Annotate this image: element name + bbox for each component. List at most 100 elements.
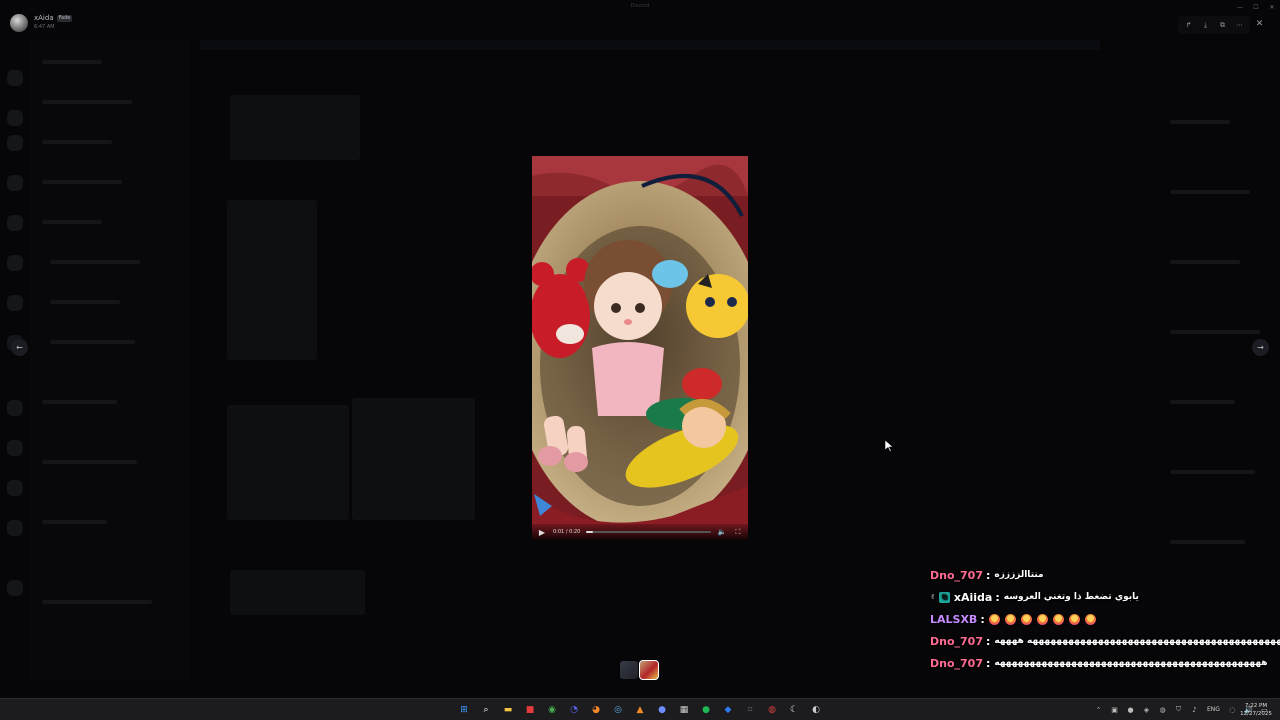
search-icon[interactable]: ⌕: [477, 701, 495, 719]
channel-placeholder: [42, 180, 122, 184]
more-icon[interactable]: ⋯: [1232, 18, 1247, 32]
channel-placeholder: [50, 340, 135, 344]
server-icon: [7, 580, 23, 596]
app-blue-icon[interactable]: ◆: [719, 701, 737, 719]
chat-username: Dno_707: [930, 656, 983, 670]
video-controls: ▶ 0:01 / 0:20 🔈 ⛶: [532, 524, 748, 540]
microphone-icon[interactable]: ♪: [1188, 703, 1201, 716]
uploader-meta: xAida Fade 6:47 AM: [34, 14, 73, 32]
emote-icon: [1084, 613, 1096, 625]
message-timestamp: 6:47 AM: [34, 24, 55, 30]
member-placeholder: [1170, 470, 1255, 474]
stream-chat-overlay: Dno_707: منتاالززززه ✌ ⧉ xAiida: يابوي تضغط ذ…: [930, 564, 1280, 674]
discord-icon[interactable]: ◔: [565, 701, 583, 719]
tray-app-icon[interactable]: ▣: [1108, 703, 1121, 716]
firefox-icon[interactable]: ◕: [587, 701, 605, 719]
chat-message: ✌ ⧉ xAiida: يابوي تضغط ذا وتغني العروسه: [930, 586, 1275, 608]
video-frame-image: [532, 156, 748, 540]
channel-placeholder: [42, 460, 137, 464]
close-viewer-button[interactable]: ✕: [1252, 16, 1267, 31]
chat-message: Dno_707: منتاالززززه: [930, 564, 1275, 586]
channel-placeholder: [50, 300, 120, 304]
tray-shield-icon[interactable]: ⛉: [1172, 703, 1185, 716]
chrome-icon[interactable]: ◉: [543, 701, 561, 719]
app-grid-icon[interactable]: ▦: [675, 701, 693, 719]
app-blue-circle-icon[interactable]: ●: [653, 701, 671, 719]
download-icon[interactable]: ⤓: [1198, 18, 1213, 32]
app-moon-icon[interactable]: ☾: [785, 701, 803, 719]
chevron-up-icon[interactable]: ⌃: [1092, 703, 1105, 716]
chat-separator: :: [980, 612, 985, 626]
chat-username: xAiida: [953, 590, 993, 604]
next-media-button[interactable]: →: [1252, 339, 1269, 356]
server-icon: [7, 110, 23, 126]
clock-time: 7:22 PM: [1244, 703, 1268, 709]
window-controls: — ☐ ✕: [1232, 2, 1280, 12]
video-progress-bar[interactable]: [586, 531, 711, 533]
forward-icon[interactable]: ↱: [1181, 18, 1196, 32]
fullscreen-button[interactable]: ⛶: [733, 527, 743, 537]
uploader-info[interactable]: xAida Fade 6:47 AM: [10, 14, 73, 32]
chat-message: Dno_707: هههههههههههههههههههههههههههههههه…: [930, 652, 1275, 674]
chat-message-text: منتاالززززه: [994, 570, 1044, 580]
taskbar-clock[interactable]: 7:22 PM 12/27/2025: [1236, 702, 1276, 718]
chat-badge-icon: ✌: [930, 593, 936, 601]
channel-placeholder: [42, 220, 102, 224]
clock-date: 12/27/2025: [1240, 711, 1272, 717]
uploader-name-row: xAida Fade: [34, 14, 73, 23]
channel-list: [30, 40, 190, 680]
channel-placeholder: [42, 60, 102, 64]
emote-icon: [988, 613, 1000, 625]
video-player[interactable]: [532, 156, 748, 540]
chat-message-text: هههههههههههههههههههههههههههههههههههههههه…: [994, 636, 1280, 646]
member-placeholder: [1170, 260, 1240, 264]
member-placeholder: [1170, 540, 1245, 544]
member-placeholder: [1170, 190, 1250, 194]
member-placeholder: [1170, 400, 1235, 404]
server-icon: [7, 520, 23, 536]
server-icon: [7, 135, 23, 151]
chat-message: LALSXB:: [930, 608, 1275, 630]
emote-icon: [1020, 613, 1032, 625]
taskbar-apps: ⊞ ⌕ ▬ ■ ◉ ◔ ◕ ◎ ▲ ● ▦ ● ◆ ⌗ ◍ ☾ ◐: [455, 701, 825, 719]
previous-media-button[interactable]: ←: [11, 339, 28, 356]
terminal-icon[interactable]: ⌗: [741, 701, 759, 719]
file-explorer-icon[interactable]: ▬: [499, 701, 517, 719]
avatar[interactable]: [10, 14, 28, 32]
open-external-icon[interactable]: ⧉: [1215, 18, 1230, 32]
chat-message-text: يابوي تضغط ذا وتغني العروسه: [1003, 592, 1139, 602]
media-thumbnail-strip: [620, 660, 659, 680]
app-red-icon[interactable]: ■: [521, 701, 539, 719]
image-attachment-placeholder: [352, 398, 475, 520]
volume-button[interactable]: 🔈: [717, 527, 727, 537]
media-thumbnail-active[interactable]: [639, 660, 659, 680]
minimize-button[interactable]: —: [1232, 2, 1248, 12]
emote-icon: [1004, 613, 1016, 625]
window-close-button[interactable]: ✕: [1264, 2, 1280, 12]
play-button[interactable]: ▶: [537, 527, 547, 537]
channel-placeholder: [42, 520, 107, 524]
channel-placeholder: [42, 100, 132, 104]
channel-placeholder: [50, 260, 140, 264]
maximize-button[interactable]: ☐: [1248, 2, 1264, 12]
channel-placeholder: [42, 140, 112, 144]
uploader-name[interactable]: xAida: [34, 14, 54, 23]
app-orange-icon[interactable]: ▲: [631, 701, 649, 719]
tray-controller-icon[interactable]: ◈: [1140, 703, 1153, 716]
server-icon: [7, 215, 23, 231]
member-placeholder: [1170, 330, 1260, 334]
spotify-icon[interactable]: ●: [697, 701, 715, 719]
steam-icon[interactable]: ◎: [609, 701, 627, 719]
mouse-cursor-icon: [885, 440, 893, 452]
tray-red-icon[interactable]: ◍: [1156, 703, 1169, 716]
language-indicator[interactable]: ENG: [1207, 706, 1220, 713]
app-red-circle-icon[interactable]: ◍: [763, 701, 781, 719]
emote-icon: [1052, 613, 1064, 625]
windows-start-icon[interactable]: ⊞: [455, 701, 473, 719]
message-embed-placeholder: [230, 95, 360, 160]
chat-separator: :: [985, 568, 991, 582]
tray-green-icon[interactable]: ●: [1124, 703, 1137, 716]
media-thumbnail[interactable]: [620, 661, 638, 679]
obs-icon[interactable]: ◐: [807, 701, 825, 719]
server-icon: [7, 400, 23, 416]
